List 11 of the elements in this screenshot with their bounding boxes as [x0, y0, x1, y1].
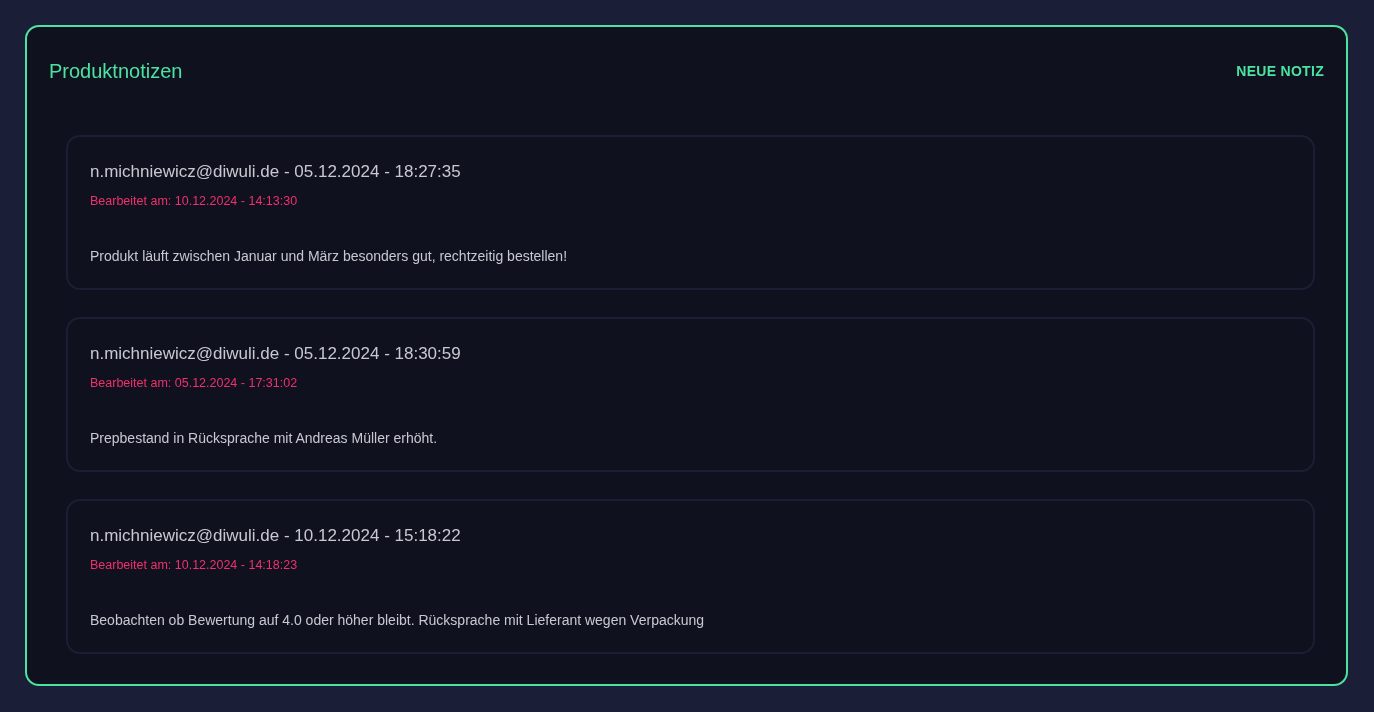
note-text: Beobachten ob Bewertung auf 4.0 oder höher bleibt. Rücksprache mit Lieferant wegen Verpackung [90, 612, 706, 628]
edited-timestamp: Bearbeitet am: 10.12.2024 - 14:13:30 [90, 194, 299, 208]
note-text: Prepbestand in Rücksprache mit Andreas Müller erhöht. [90, 430, 439, 446]
note-text: Produkt läuft zwischen Januar und März besonders gut, rechtzeitig bestellen! [90, 248, 569, 264]
new-note-button[interactable]: NEUE NOTIZ [1236, 57, 1324, 85]
edited-timestamp: Bearbeitet am: 05.12.2024 - 17:31:02 [90, 376, 299, 390]
note-header: n.michniewicz@diwuli.de - 10.12.2024 - 15:18:22 [90, 526, 462, 546]
note-header: n.michniewicz@diwuli.de - 05.12.2024 - 18:27:35 [90, 162, 462, 182]
note-header: n.michniewicz@diwuli.de - 05.12.2024 - 18:30:59 [90, 344, 462, 364]
edited-timestamp: Bearbeitet am: 10.12.2024 - 14:18:23 [90, 558, 299, 572]
panel-title: Produktnotizen [49, 59, 183, 83]
